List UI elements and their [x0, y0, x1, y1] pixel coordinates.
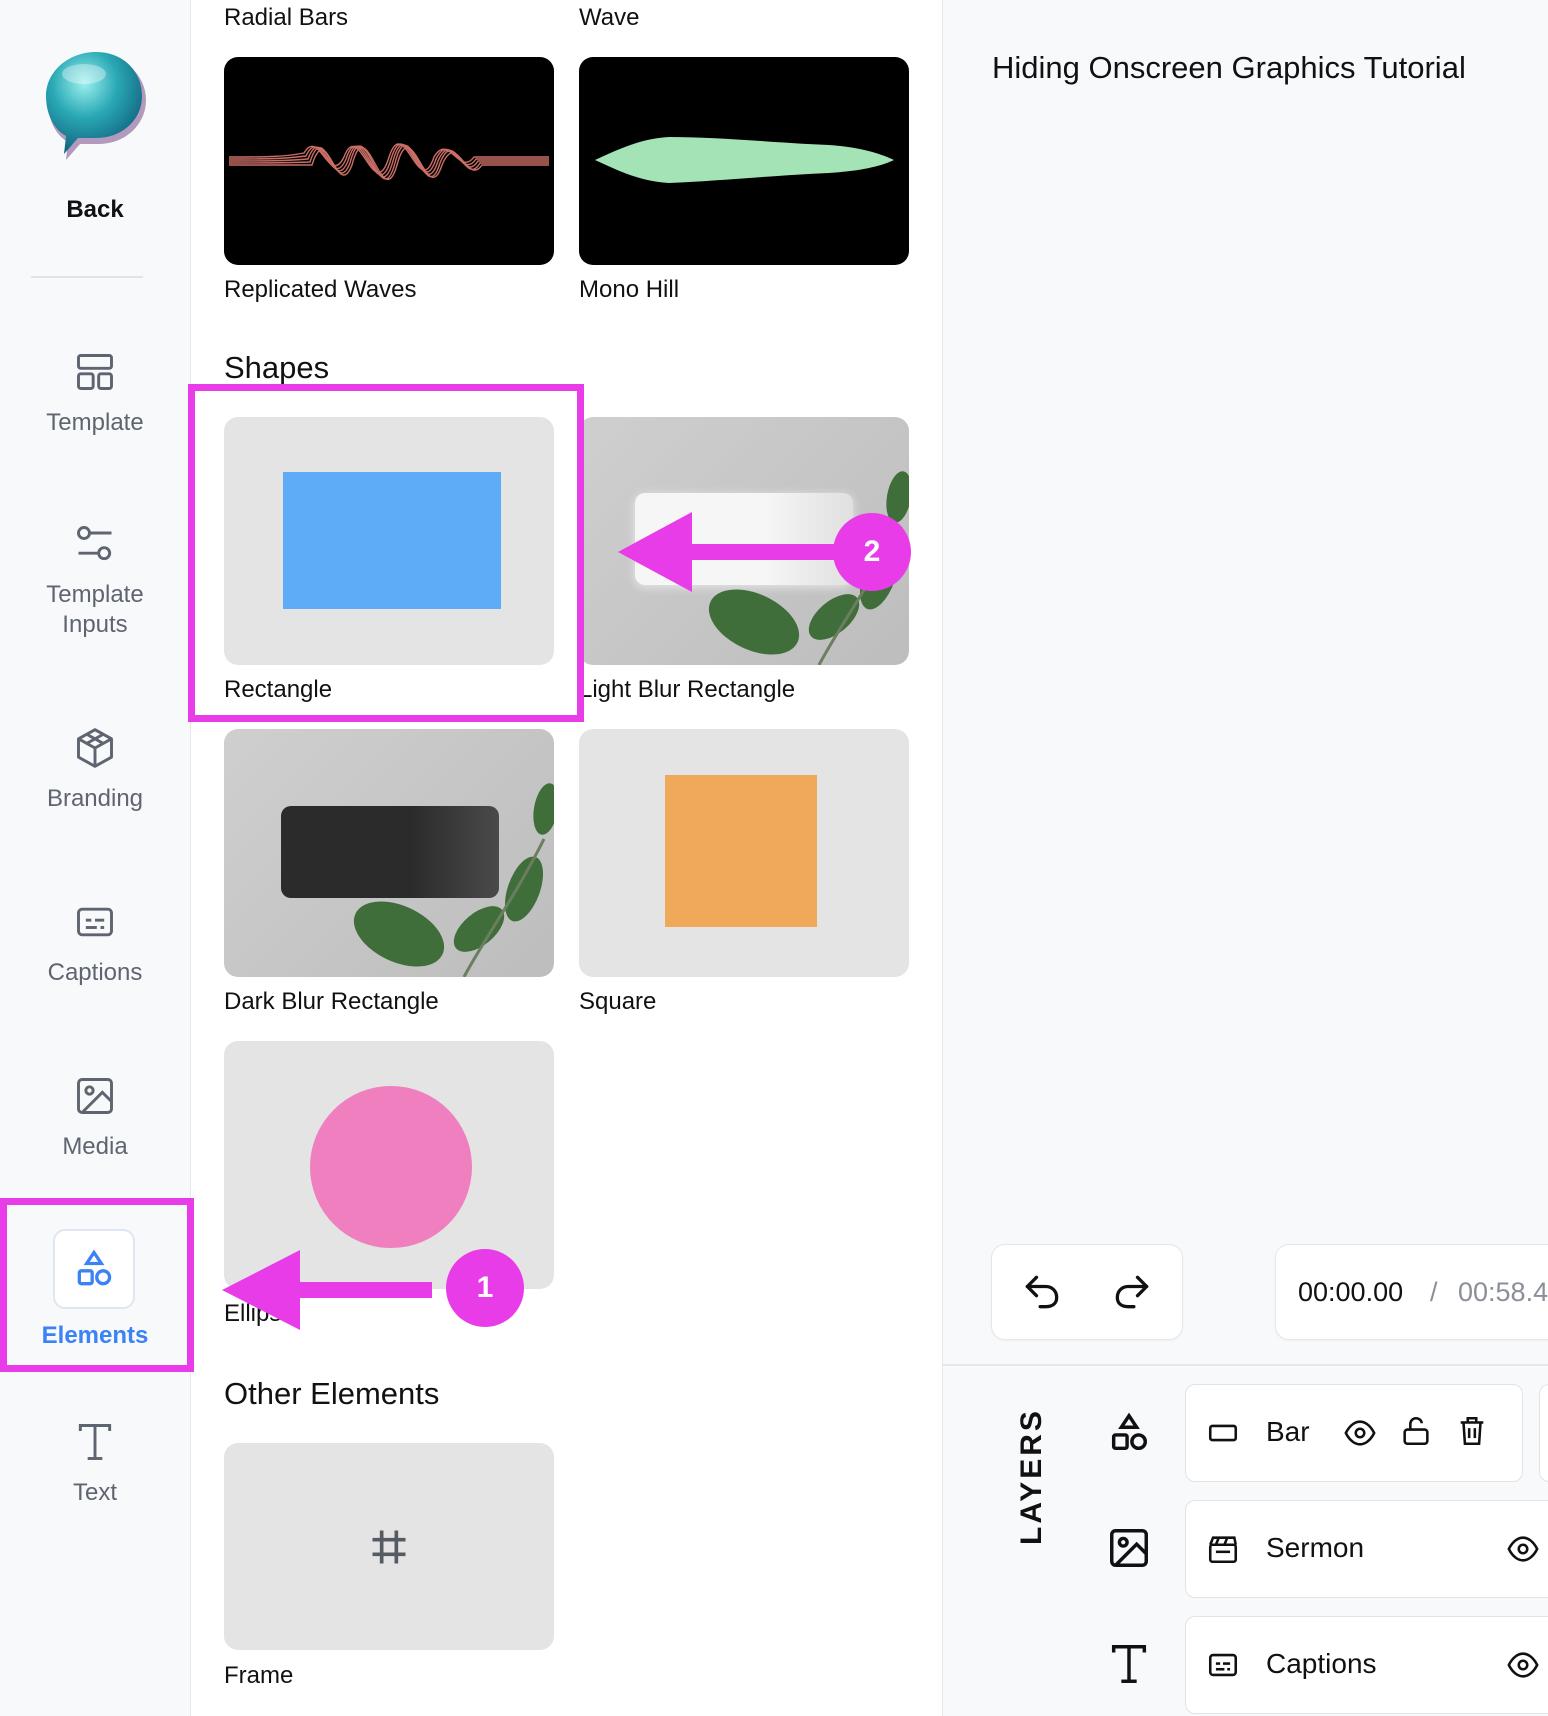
leaves-decoration-dark — [353, 783, 554, 977]
mono-hill-label: Mono Hill — [579, 276, 680, 303]
annotation-badge-1: 1 — [446, 1249, 524, 1327]
mono-hill-tile[interactable] — [579, 57, 909, 265]
nav-item-template[interactable]: Template — [0, 350, 190, 438]
layer-name-bar: Bar — [1266, 1416, 1310, 1447]
layer-row-sermon[interactable]: Sermon — [1185, 1500, 1548, 1598]
layer-row-bar-edge — [1539, 1384, 1548, 1482]
annotation-badge-2: 2 — [833, 513, 911, 591]
nav-item-text[interactable]: Text — [0, 1420, 190, 1508]
layout-icon — [77, 354, 113, 390]
image-icon — [77, 1078, 113, 1114]
project-title: Hiding Onscreen Graphics Tutorial — [992, 50, 1466, 85]
layers-label: LAYERS — [1015, 1408, 1048, 1545]
layers-divider — [943, 1364, 1548, 1366]
eye-icon[interactable] — [1506, 1648, 1540, 1682]
time-total: 00:58.4 — [1458, 1277, 1548, 1307]
undo-redo-bar — [991, 1244, 1183, 1340]
preview-area: Hiding Onscreen Graphics Tutorial 00:00.… — [943, 0, 1548, 1716]
layer-row-bar[interactable]: Bar — [1185, 1384, 1523, 1482]
dark-blur-rectangle-tile[interactable] — [224, 729, 554, 977]
highlight-elements — [0, 1198, 194, 1372]
square-tile[interactable] — [579, 729, 909, 977]
light-blur-rectangle-label: Light Blur Rectangle — [579, 676, 796, 703]
wave-caption: Wave — [579, 4, 640, 31]
nav-item-template-inputs[interactable]: Template Inputs — [0, 522, 190, 640]
cube-icon — [77, 728, 113, 768]
mono-hill-graphic — [595, 137, 894, 183]
timecode-display: 00:00.00 / 00:58.4 — [1275, 1244, 1548, 1340]
replicated-waves-graphic — [228, 143, 549, 181]
nav-label-template-inputs: Template Inputs — [46, 581, 144, 638]
redo-icon[interactable] — [1110, 1270, 1154, 1314]
nav-label-captions: Captions — [47, 959, 143, 986]
app-logo[interactable] — [44, 50, 148, 160]
trash-icon[interactable] — [1455, 1414, 1489, 1448]
rectangle-icon — [1208, 1424, 1238, 1442]
eye-icon[interactable] — [1343, 1416, 1377, 1450]
shapes-icon[interactable] — [1106, 1410, 1152, 1456]
replicated-waves-label: Replicated Waves — [224, 276, 417, 303]
time-separator: / — [1430, 1277, 1438, 1307]
elements-panel: Radial Bars Wave Replicated Waves Mono H… — [191, 0, 943, 1716]
time-current: 00:00.00 — [1298, 1277, 1404, 1307]
sliders-icon — [77, 526, 112, 561]
dark-blur-rectangle-label: Dark Blur Rectangle — [224, 988, 439, 1015]
nav-item-media[interactable]: Media — [0, 1074, 190, 1162]
frame-tile[interactable] — [224, 1443, 554, 1650]
shapes-section-title: Shapes — [224, 350, 330, 385]
hash-icon — [372, 1530, 406, 1564]
unlock-icon[interactable] — [1399, 1414, 1433, 1448]
captions-icon — [1208, 1653, 1238, 1677]
arrow-2 — [618, 512, 848, 592]
nav-label-text: Text — [72, 1479, 117, 1506]
text-icon[interactable] — [1106, 1641, 1152, 1687]
nav-item-captions[interactable]: Captions — [0, 900, 190, 988]
undo-icon[interactable] — [1020, 1270, 1064, 1314]
nav-item-branding[interactable]: Branding — [0, 726, 190, 814]
layer-row-captions[interactable]: Captions — [1185, 1616, 1548, 1714]
layer-name-sermon: Sermon — [1266, 1532, 1365, 1563]
square-preview — [665, 775, 817, 927]
eye-icon[interactable] — [1506, 1532, 1540, 1566]
captions-icon — [77, 907, 113, 937]
nav-label-template: Template — [46, 409, 144, 436]
highlight-rectangle — [188, 384, 584, 722]
other-elements-section-title: Other Elements — [224, 1376, 440, 1411]
square-label: Square — [579, 988, 657, 1015]
image-icon[interactable] — [1106, 1525, 1152, 1571]
ellipse-preview — [310, 1086, 472, 1248]
clapper-icon — [1208, 1536, 1238, 1564]
text-icon — [78, 1424, 112, 1460]
arrow-1 — [222, 1250, 432, 1330]
left-sidebar: Back Template Template Inputs Branding C… — [0, 0, 191, 1716]
nav-divider — [31, 276, 143, 278]
nav-label-media: Media — [62, 1133, 128, 1160]
layer-name-captions: Captions — [1266, 1648, 1377, 1679]
frame-label: Frame — [224, 1662, 294, 1689]
nav-label-branding: Branding — [46, 785, 144, 812]
back-button[interactable]: Back — [0, 196, 190, 224]
replicated-waves-tile[interactable] — [224, 57, 554, 265]
radial-bars-caption: Radial Bars — [224, 4, 349, 31]
